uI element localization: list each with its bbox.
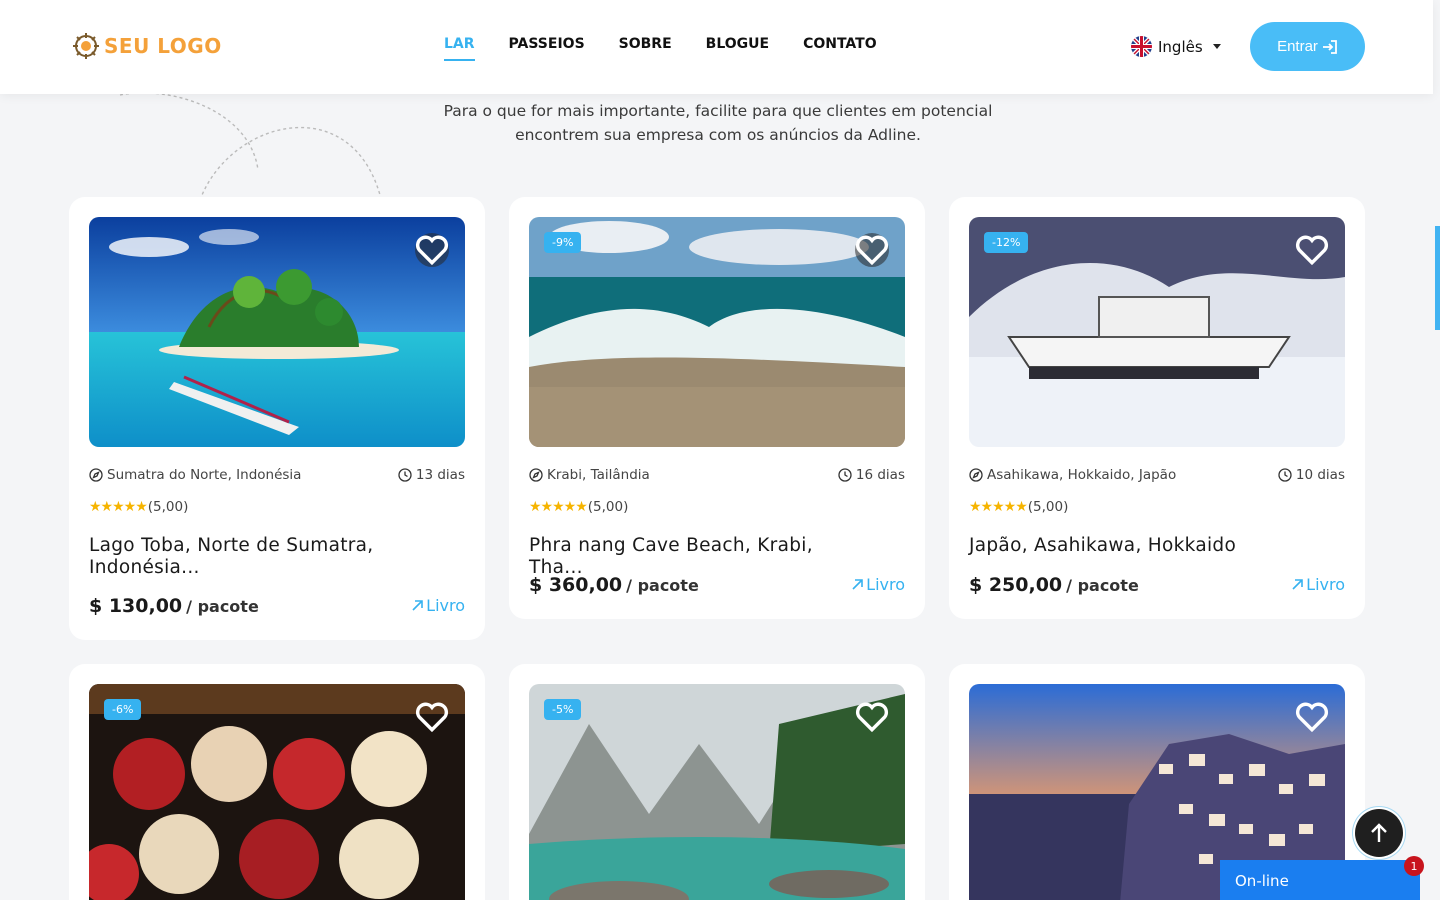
book-link[interactable]: Livro xyxy=(1291,575,1345,594)
nav-item-lar[interactable]: LAR xyxy=(444,36,475,61)
rating-value: (5,00) xyxy=(1027,499,1069,515)
arrow-up-right-icon xyxy=(1292,579,1303,590)
discount-badge: -12% xyxy=(984,232,1029,253)
login-icon xyxy=(1322,39,1337,54)
tour-price: $ 360,00 xyxy=(529,574,623,596)
language-label: Inglês xyxy=(1158,37,1203,56)
tour-rating: ★★★★★ (5,00) xyxy=(529,499,628,515)
price-unit: / pacote xyxy=(626,576,699,595)
tour-price-row: $ 360,00/ pacote Livro xyxy=(529,574,905,596)
star-icons: ★★★★★ xyxy=(969,499,1028,515)
site-header: SEU LOGO LAR PASSEIOS SOBRE BLOGUE CONTA… xyxy=(0,0,1433,94)
chat-widget[interactable]: On-line xyxy=(1220,860,1420,900)
nav-item-sobre[interactable]: SOBRE xyxy=(619,36,672,60)
discount-badge: -6% xyxy=(104,699,142,720)
logo-icon xyxy=(73,33,99,59)
tour-card: -5% xyxy=(509,664,925,900)
nav-item-passeios[interactable]: PASSEIOS xyxy=(509,36,585,60)
tour-location: Krabi, Tailândia xyxy=(547,467,650,483)
tour-title[interactable]: Japão, Asahikawa, Hokkaido xyxy=(969,535,1309,557)
uk-flag-icon xyxy=(1131,36,1152,57)
arrow-up-right-icon xyxy=(852,579,863,590)
price-unit: / pacote xyxy=(186,597,259,616)
scrollbar-thumb[interactable] xyxy=(1435,226,1440,330)
nav-item-contato[interactable]: CONTATO xyxy=(803,36,877,60)
book-label: Livro xyxy=(426,596,465,615)
tour-card: -12% Asahikawa, Hokkaido, Japão 10 dias … xyxy=(949,197,1365,619)
chat-unread-badge: 1 xyxy=(1404,856,1424,876)
chevron-down-icon xyxy=(1212,44,1221,49)
scrollbar-track[interactable] xyxy=(1433,0,1440,900)
star-icons: ★★★★★ xyxy=(529,499,588,515)
main-nav: LAR PASSEIOS SOBRE BLOGUE CONTATO xyxy=(444,36,877,61)
clock-icon xyxy=(1278,468,1292,482)
tour-rating: ★★★★★ (5,00) xyxy=(969,499,1068,515)
chat-status-label: On-line xyxy=(1235,872,1289,890)
tour-image-tropical-island[interactable] xyxy=(89,217,465,447)
compass-icon xyxy=(529,468,543,482)
rating-value: (5,00) xyxy=(587,499,629,515)
tour-location: Sumatra do Norte, Indonésia xyxy=(107,467,302,483)
tour-rating: ★★★★★ (5,00) xyxy=(89,499,188,515)
discount-badge: -9% xyxy=(544,232,582,253)
star-icons: ★★★★★ xyxy=(89,499,148,515)
favorite-heart-icon[interactable] xyxy=(1295,700,1329,734)
arrow-up-icon xyxy=(1371,823,1387,842)
tour-meta: Asahikawa, Hokkaido, Japão 10 dias xyxy=(969,467,1345,483)
compass-icon xyxy=(89,468,103,482)
tour-duration: 13 dias xyxy=(415,467,465,483)
clock-icon xyxy=(838,468,852,482)
logo-text: SEU LOGO xyxy=(104,34,222,58)
tour-duration: 16 dias xyxy=(855,467,905,483)
book-link[interactable]: Livro xyxy=(851,575,905,594)
tour-title[interactable]: Phra nang Cave Beach, Krabi, Tha... xyxy=(529,535,869,579)
arrow-up-right-icon xyxy=(412,600,423,611)
tour-image-ocean-wave[interactable]: -9% xyxy=(529,217,905,447)
favorite-heart-icon[interactable] xyxy=(855,700,889,734)
tour-price-row: $ 250,00/ pacote Livro xyxy=(969,574,1345,596)
tour-image-umbrellas[interactable]: -6% xyxy=(89,684,465,900)
favorite-heart-icon[interactable] xyxy=(415,700,449,734)
nav-item-blogue[interactable]: BLOGUE xyxy=(706,36,769,60)
back-to-top-button[interactable] xyxy=(1355,809,1403,857)
site-logo[interactable]: SEU LOGO xyxy=(72,32,222,60)
tour-location: Asahikawa, Hokkaido, Japão xyxy=(987,467,1177,483)
tour-image-mountain-lake[interactable]: -5% xyxy=(529,684,905,900)
favorite-heart-icon[interactable] xyxy=(855,233,889,267)
tour-card: -6% xyxy=(69,664,485,900)
tour-price-row: $ 130,00/ pacote Livro xyxy=(89,595,465,617)
tour-card: -9% Krabi, Tailândia 16 dias ★★★★★ (5,00)… xyxy=(509,197,925,619)
intro-text: Para o que for mais importante, facilite… xyxy=(443,102,993,144)
price-unit: / pacote xyxy=(1066,576,1139,595)
book-label: Livro xyxy=(1306,575,1345,594)
book-link[interactable]: Livro xyxy=(411,596,465,615)
tour-meta: Sumatra do Norte, Indonésia 13 dias xyxy=(89,467,465,483)
tour-price: $ 130,00 xyxy=(89,595,183,617)
login-label: Entrar xyxy=(1277,38,1318,55)
language-selector[interactable]: Inglês xyxy=(1131,36,1221,57)
rating-value: (5,00) xyxy=(147,499,189,515)
tour-price: $ 250,00 xyxy=(969,574,1063,596)
tour-title[interactable]: Lago Toba, Norte de Sumatra, Indonésia..… xyxy=(89,535,389,579)
tour-meta: Krabi, Tailândia 16 dias xyxy=(529,467,905,483)
favorite-heart-icon[interactable] xyxy=(415,233,449,267)
login-button[interactable]: Entrar xyxy=(1250,22,1365,71)
discount-badge: -5% xyxy=(544,699,582,720)
tour-duration: 10 dias xyxy=(1295,467,1345,483)
book-label: Livro xyxy=(866,575,905,594)
favorite-heart-icon[interactable] xyxy=(1295,233,1329,267)
tour-image-snow-boats[interactable]: -12% xyxy=(969,217,1345,447)
tour-card: Sumatra do Norte, Indonésia 13 dias ★★★★… xyxy=(69,197,485,640)
compass-icon xyxy=(969,468,983,482)
clock-icon xyxy=(398,468,412,482)
